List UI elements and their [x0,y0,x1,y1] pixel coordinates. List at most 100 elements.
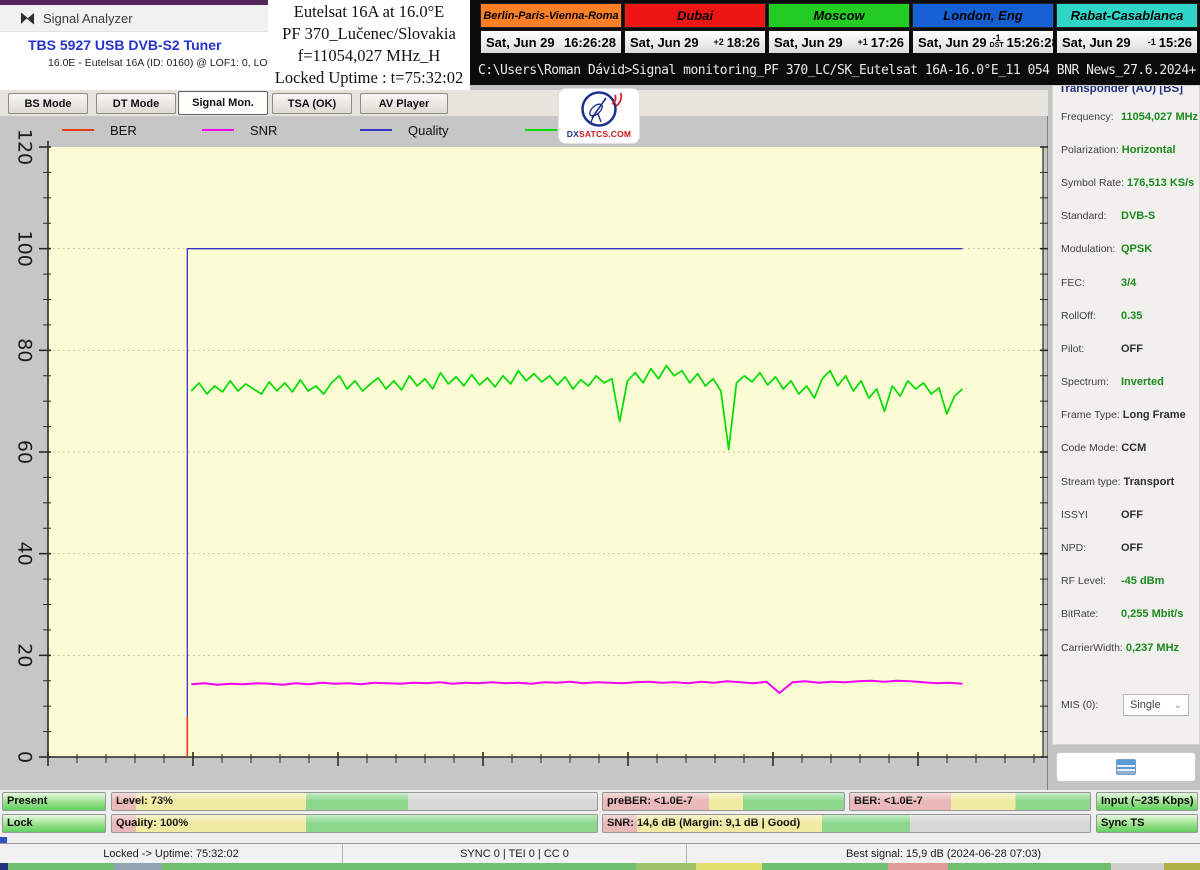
app-icon [20,12,35,25]
status-uptime: Locked -> Uptime: 75:32:02 [0,844,343,863]
signal-history-chart: 020406080100120 [0,116,1048,790]
transponder-row: Stream type:Transport [1053,465,1199,498]
clock-city-header: Moscow [768,3,910,28]
transponder-row: NPD:OFF [1053,531,1199,564]
mode-tabs: BS Mode DT ModeSignal Mon.TSA (OK) AV Play… [0,90,1048,116]
transponder-label: Stream type: [1061,476,1121,488]
transponder-row: Frame Type:Long Frame [1053,399,1199,432]
window-strip-segment [762,863,888,870]
transponder-label: ISSYI [1061,509,1118,521]
transponder-label: RF Level: [1061,575,1118,587]
world-clock: MoscowSat, Jun 29+117:26 [768,3,910,56]
mis-selected-value: Single [1130,699,1161,711]
tuner-title: TBS 5927 USB DVB-S2 Tuner [28,37,221,53]
mis-select[interactable]: Single ⌄ [1123,694,1189,716]
tab-av-player[interactable]: AV Player [360,93,448,114]
svg-text:100: 100 [14,231,36,267]
clock-date: Sat, Jun 29 [1062,35,1131,50]
archive-icon [1116,759,1136,775]
transponder-row: FEC:3/4 [1053,266,1199,299]
transponder-value: Transport [1124,476,1175,488]
transponder-label: Modulation: [1061,243,1118,255]
transponder-row: ISSYIOFF [1053,498,1199,531]
world-clock: London, EngSat, Jun 29-1DST15:26:28 [912,3,1054,56]
chevron-down-icon: ⌄ [1174,700,1182,711]
svg-text:40: 40 [14,542,36,566]
transponder-row: Symbol Rate:176,513 KS/s [1053,166,1199,199]
transponder-label: NPD: [1061,542,1118,554]
tab-signal-mon[interactable]: Signal Mon. [178,91,268,115]
transponder-row: Modulation:QPSK [1053,233,1199,266]
transponder-value: QPSK [1121,243,1152,255]
transponder-value: 3/4 [1121,277,1136,289]
transponder-row: Polarization:Horizontal [1053,133,1199,166]
transponder-value: OFF [1121,542,1143,554]
tab-tsa-ok[interactable]: TSA (OK) [272,93,352,114]
transponder-value: Long Frame [1123,409,1186,421]
signal-chart-panel: BERSNRQualityLevel 020406080100120 [0,116,1048,790]
clock-date: Sat, Jun 29 [486,35,555,50]
tab-bs-mode[interactable]: BS Mode [8,93,88,114]
transponder-value: 0.35 [1121,310,1142,322]
monitor-row: PresentLevel: 73%preBER: <1.0E-7BER: <1.… [0,792,1200,811]
clock-time-row: Sat, Jun 2916:26:28 [480,30,622,54]
transponder-row: Standard:DVB-S [1053,200,1199,233]
window-strip-segment [888,863,948,870]
transponder-value: OFF [1121,343,1143,355]
status-sync-counters: SYNC 0 | TEI 0 | CC 0 [343,844,687,863]
satellite-dish-icon [558,89,640,131]
svg-text:20: 20 [14,643,36,667]
transponder-value: 11054,027 MHz [1121,111,1198,123]
world-clock: Rabat-CasablancaSat, Jun 29-115:26 [1056,3,1198,56]
clock-date: Sat, Jun 29 [630,35,699,50]
annotation-line: PF 370_Lučenec/Slovakia [268,23,470,45]
world-clock: DubaiSat, Jun 29+218:26 [624,3,766,56]
transponder-label: Frame Type: [1061,409,1120,421]
svg-text:120: 120 [14,129,36,165]
transponder-label: Symbol Rate: [1061,177,1124,189]
clock-city-header: London, Eng [912,3,1054,28]
transponder-row: Code Mode:CCM [1053,432,1199,465]
console-prompt: C:\Users\Roman Dávid>Signal monitoring_P… [478,63,1198,83]
annotation-line: Locked Uptime : t=75:32:02 [268,67,470,89]
window-strip-segment [162,863,636,870]
clock-city-header: Rabat-Casablanca [1056,3,1198,28]
clock-time-row: Sat, Jun 29-115:26 [1056,30,1198,54]
transponder-label: Spectrum: [1061,376,1118,388]
tab-dt-mode[interactable]: DT Mode [96,93,176,114]
dxsatcs-logo: DXSATCS.COM [558,88,640,144]
transponder-row: Spectrum:Inverted [1053,366,1199,399]
transponder-value: OFF [1121,509,1143,521]
transponder-value: 0,237 MHz [1126,642,1179,654]
transponder-rows: Frequency:11054,027 MHzPolarization:Hori… [1053,100,1199,664]
clock-time-row: Sat, Jun 29-1DST15:26:28 [912,30,1054,54]
window-strip-segment [0,863,8,870]
save-transponder-button[interactable] [1056,752,1196,782]
transponder-label: CarrierWidth: [1061,642,1123,654]
lock-badge: Lock [2,814,106,833]
signal-status-bars: PresentLevel: 73%preBER: <1.0E-7BER: <1.… [0,790,1200,843]
window-strip-segment [948,863,1111,870]
svg-text:0: 0 [14,751,36,763]
clock-utc-offset: +2 [710,38,726,46]
window-strip-segment [1111,863,1164,870]
transponder-label: FEC: [1061,277,1118,289]
transponder-value: DVB-S [1121,210,1155,222]
mis-label: MIS (0): [1061,699,1118,711]
preber-bar: preBER: <1.0E-7 [602,792,845,811]
status-best-signal: Best signal: 15,9 dB (2024-06-28 07:03) [687,844,1200,863]
input-badge: Input (~235 Kbps) [1096,792,1198,811]
clock-utc-offset: -1DST [987,34,1007,50]
transponder-row: RollOff:0.35 [1053,299,1199,332]
clock-time-row: Sat, Jun 29+117:26 [768,30,910,54]
window-strip-segment [636,863,696,870]
underlying-window-strip [0,863,1200,870]
annotation-line: Eutelsat 16A at 16.0°E [268,1,470,23]
clock-city-header: Berlin-Paris-Vienna-Roma [480,3,622,28]
clock-date: Sat, Jun 29 [918,35,987,50]
logo-text: DXSATCS.COM [567,129,631,139]
annotation-line: f=11054,027 MHz_H [268,45,470,67]
transponder-row: RF Level:-45 dBm [1053,565,1199,598]
transponder-label: BitRate: [1061,608,1118,620]
window-strip-segment [114,863,162,870]
